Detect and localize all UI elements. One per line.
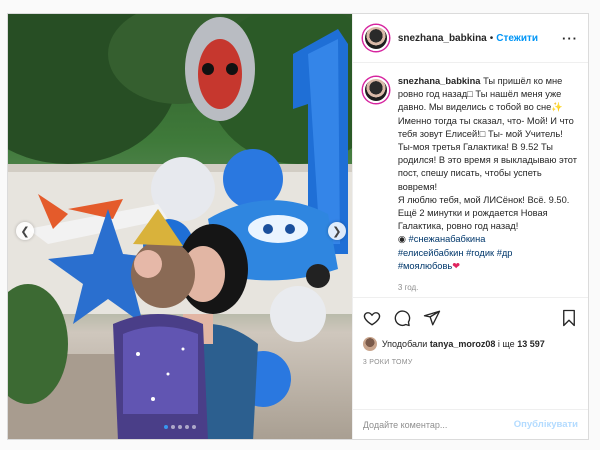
save-button[interactable] [560,309,578,327]
post-card: ❮ ❯ snezhana_babkina • Стежити ··· snezh… [7,13,589,440]
carousel-prev-button[interactable]: ❮ [16,222,34,240]
carousel-dot [163,425,168,429]
send-icon [423,310,440,326]
and-label: і ще [497,339,515,349]
eyes-icon: ◉ [397,234,406,245]
caption-timestamp[interactable]: 3 год. [398,281,578,294]
comment-button[interactable] [393,309,411,327]
like-button[interactable] [363,309,381,327]
more-options-icon[interactable]: ··· [562,31,578,46]
post-timestamp[interactable]: 3 РОКИ ТОМУ [363,359,578,366]
comment-bar: Опублікувати [352,409,588,439]
post-photo[interactable]: ❮ ❯ [8,14,352,439]
action-icons [363,308,578,328]
caption-area: snezhana_babkina Ты пришёл ко мне ровно … [353,63,588,297]
carousel-next-button[interactable]: ❯ [327,222,346,240]
hashtag-link[interactable]: #годик [466,248,494,258]
hashtag-link[interactable]: #моялюбовь [398,261,452,271]
caption: snezhana_babkina Ты пришёл ко мне ровно … [398,75,578,297]
heart-icon [363,312,381,326]
emoji-icon: □ [467,89,473,100]
emoji-icon: □ [479,128,486,139]
follow-button[interactable]: Стежити [496,33,538,44]
carousel-dot [184,425,189,429]
photo-illustration [8,14,352,439]
hashtag-link[interactable]: #др [497,248,513,258]
separator: • [489,32,494,44]
heart-emoji-icon: ❤ [452,260,461,271]
caption-avatar[interactable] [362,77,389,103]
bookmark-icon [563,309,575,327]
caption-line: Я люблю тебя, мой ЛИСёнок! Всё. 9.50. Ещ… [397,194,570,232]
hashtag-link[interactable]: #елисейбабкин [398,248,464,258]
carousel-dot [177,425,182,429]
caption-username[interactable]: snezhana_babkina [398,76,481,86]
liker-avatar[interactable] [362,337,377,351]
chevron-right-icon: ❯ [332,225,342,238]
hashtag-link[interactable]: #снежанабабкина [409,234,486,244]
likes-count[interactable]: 13 597 [517,339,545,349]
carousel-dot [170,425,175,429]
share-button[interactable] [423,309,441,327]
carousel-indicator [8,425,352,429]
likes-summary: Уподобали tanya_moroz08 і ще 13 597 [362,337,578,351]
chevron-left-icon: ❮ [20,225,30,238]
post-actions: Уподобали tanya_moroz08 і ще 13 597 3 РО… [352,297,588,409]
sparkle-icon: ✨ [551,102,563,113]
post-header: snezhana_babkina • Стежити ··· [352,14,588,63]
avatar[interactable] [362,25,389,51]
publish-button[interactable]: Опублікувати [514,419,578,430]
liked-by-label: Уподобали [381,339,428,349]
comment-icon [394,310,411,327]
liker-username[interactable]: tanya_moroz08 [430,339,496,349]
post-side-panel: snezhana_babkina • Стежити ··· snezhana_… [351,14,588,439]
carousel-dot [191,425,196,429]
username-link[interactable]: snezhana_babkina [398,33,487,44]
comment-input[interactable] [362,419,514,430]
